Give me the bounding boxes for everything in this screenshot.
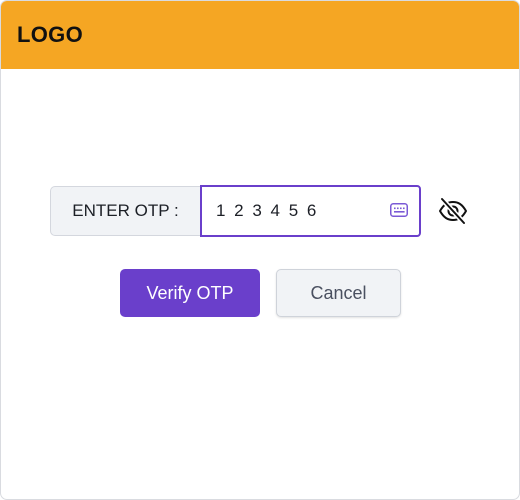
otp-dialog: LOGO ENTER OTP : Verify OTP C bbox=[0, 0, 520, 500]
keyboard-icon[interactable] bbox=[390, 203, 408, 217]
cancel-button[interactable]: Cancel bbox=[276, 269, 401, 317]
logo: LOGO bbox=[17, 22, 83, 47]
otp-label: ENTER OTP : bbox=[50, 186, 200, 236]
eye-off-icon bbox=[439, 197, 467, 225]
otp-field-group: ENTER OTP : bbox=[50, 185, 469, 237]
verify-otp-button[interactable]: Verify OTP bbox=[120, 269, 260, 317]
toggle-visibility-button[interactable] bbox=[437, 195, 469, 227]
otp-input[interactable] bbox=[216, 201, 386, 221]
action-buttons: Verify OTP Cancel bbox=[120, 269, 401, 317]
otp-input-container[interactable] bbox=[200, 185, 421, 237]
header-bar: LOGO bbox=[1, 1, 519, 69]
